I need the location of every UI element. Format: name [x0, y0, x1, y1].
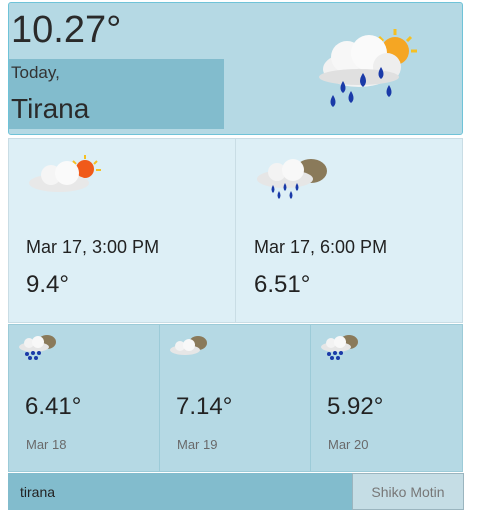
daily-card: 7.14° Mar 19 [160, 325, 311, 471]
rain-cloud-sun-icon [319, 29, 417, 107]
hourly-date: Mar 17, 3:00 PM [26, 237, 160, 257]
hourly-card: Mar 17, 3:00 PM 9.4° [9, 139, 236, 322]
current-weather-panel: 10.27° Today, Tirana [8, 2, 463, 135]
hourly-date: Mar 17, 6:00 PM [254, 237, 388, 257]
daily-date: Mar 18 [26, 437, 67, 452]
rain-cloud-icon [321, 335, 358, 360]
city-name: Tirana [11, 93, 90, 124]
daily-temperature: 6.41° [25, 393, 82, 420]
rain-cloud-icon [257, 159, 327, 199]
location-band: Today, Tirana [9, 59, 224, 129]
current-temperature: 10.27° [11, 9, 122, 51]
daily-card: 5.92° Mar 20 [311, 325, 462, 471]
daily-date: Mar 20 [328, 437, 369, 452]
city-search-input[interactable] [8, 473, 352, 510]
today-label: Today, [11, 63, 60, 82]
partly-cloudy-sun-icon [29, 155, 101, 192]
daily-card: 6.41° Mar 18 [9, 325, 160, 471]
show-weather-button[interactable]: Shiko Motin [352, 473, 464, 510]
rain-cloud-icon [19, 335, 56, 360]
daily-date: Mar 19 [177, 437, 218, 452]
cloudy-icon [170, 336, 207, 355]
daily-temperature: 7.14° [176, 393, 233, 420]
daily-temperature: 5.92° [327, 393, 384, 420]
hourly-temperature: 9.4° [26, 271, 69, 298]
hourly-temperature: 6.51° [254, 271, 311, 298]
hourly-forecast: Mar 17, 3:00 PM 9.4° Mar 17, 6:00 PM 6.5… [8, 138, 463, 323]
hourly-card: Mar 17, 6:00 PM 6.51° [237, 139, 464, 322]
daily-forecast: 6.41° Mar 18 7.14° Mar 19 5.92° Mar 20 [8, 324, 463, 472]
